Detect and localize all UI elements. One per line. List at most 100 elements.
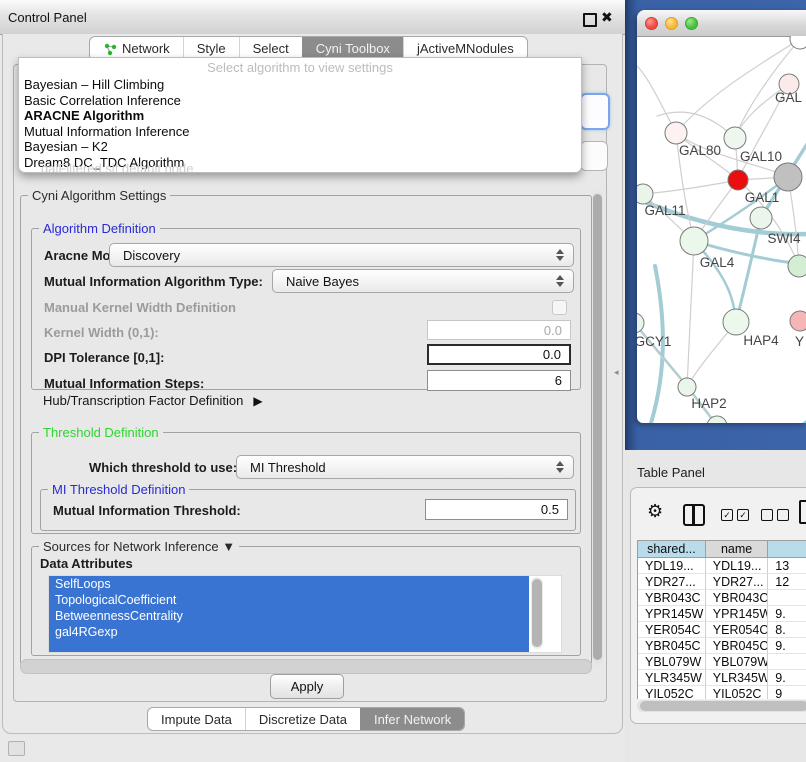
mi-threshold-definition-title: MI Threshold Definition (48, 482, 189, 497)
hub-transcription-factor-section[interactable]: Hub/Transcription Factor Definition▶ (43, 393, 263, 408)
checked-boxes-icon[interactable]: ✓✓ (721, 509, 749, 521)
network-node[interactable] (774, 163, 802, 191)
table-horizontal-scrollbar[interactable] (637, 700, 806, 712)
network-desktop: GALGAL80GAL10GAL1GAL11SWI4GAL4GCY1HAP4YH… (625, 0, 806, 450)
algorithm-option[interactable]: Basic Correlation Inference (19, 93, 581, 109)
network-node-y[interactable] (790, 311, 806, 331)
algorithm-option[interactable]: Mutual Information Inference (19, 124, 581, 140)
algorithm-dropdown-list: Select algorithm to view settings Bayesi… (18, 57, 582, 173)
document-icon[interactable] (799, 500, 806, 524)
network-edge[interactable] (643, 180, 738, 194)
split-columns-icon[interactable] (683, 504, 705, 526)
close-traffic-light[interactable] (645, 17, 658, 30)
expand-right-icon[interactable]: ▶ (253, 394, 262, 408)
list-item-partial[interactable] (49, 640, 529, 653)
network-edge[interactable] (736, 218, 761, 322)
table-row[interactable]: YPR145WYPR145W9. (638, 606, 806, 622)
attribute-item[interactable]: SelfLoops (49, 576, 529, 592)
scrollbar-thumb[interactable] (640, 701, 806, 711)
minimize-traffic-light[interactable] (665, 17, 678, 30)
tab-infer-network[interactable]: Infer Network (360, 708, 464, 730)
network-node-gal11[interactable] (637, 184, 653, 204)
network-node-gal10[interactable] (724, 127, 746, 149)
network-node-gal1[interactable] (728, 170, 748, 190)
network-node[interactable] (788, 255, 806, 277)
node-label: HAP2 (691, 396, 726, 411)
table-cell: 9. (768, 638, 806, 654)
network-node-gal4[interactable] (680, 227, 708, 255)
table-header-row: shared...name (638, 541, 806, 558)
network-node-gal80[interactable] (665, 122, 687, 144)
kernel-width-field[interactable]: 0.0 (427, 320, 571, 340)
network-view-window[interactable]: GALGAL80GAL10GAL1GAL11SWI4GAL4GCY1HAP4YH… (637, 10, 806, 423)
collapse-down-icon[interactable]: ▼ (222, 539, 235, 554)
tab-discretize-data[interactable]: Discretize Data (245, 708, 360, 730)
unchecked-boxes-icon[interactable] (761, 509, 789, 521)
node-label: GAL (775, 90, 803, 105)
attribute-item[interactable]: gal4RGexp (49, 624, 529, 640)
mi-algorithm-type-combobox[interactable]: Naive Bayes (272, 269, 574, 293)
table-cell: YDL19... (706, 558, 769, 574)
network-node-gcy1[interactable] (637, 313, 644, 333)
table-row[interactable]: YBR045CYBR045C9. (638, 638, 806, 654)
occluded-combobox-sliver (580, 141, 608, 171)
algorithm-definition-title: Algorithm Definition (39, 221, 160, 236)
aracne-mode-value: Discovery (123, 248, 180, 263)
attribute-item[interactable]: TopologicalCoefficient (49, 592, 529, 608)
network-node-hap4[interactable] (723, 309, 749, 335)
table-cell: YPR145W (638, 606, 706, 622)
gear-icon[interactable]: ⚙ (647, 501, 663, 522)
node-label: GAL11 (644, 203, 685, 218)
manual-kernel-width-label: Manual Kernel Width Definition (44, 300, 236, 315)
algorithm-definition-group: Algorithm Definition Aracne Mode: Discov… (31, 228, 581, 390)
node-label: GAL10 (740, 149, 782, 164)
apply-button[interactable]: Apply (270, 674, 344, 699)
table-panel-region: Table Panel ⚙ ✓✓ shared...nameYDL19...YD… (625, 450, 806, 762)
network-node[interactable] (790, 36, 806, 49)
table-row[interactable]: YDR27...YDR27...12 (638, 574, 806, 590)
network-edge[interactable] (687, 241, 694, 387)
attribute-item[interactable]: BetweennessCentrality (49, 608, 529, 624)
network-edge[interactable] (773, 421, 806, 423)
column-header[interactable] (768, 541, 806, 558)
node-label: GCY1 (637, 334, 671, 349)
algorithm-option[interactable]: Bayesian – K2 (19, 139, 581, 155)
aracne-mode-combobox[interactable]: Discovery (109, 243, 574, 267)
algorithm-option[interactable]: ARACNE Algorithm (19, 108, 581, 124)
table-row[interactable]: YDL19...YDL19...13 (638, 558, 806, 574)
network-edge[interactable] (637, 66, 676, 133)
network-node-hap2[interactable] (678, 378, 696, 396)
close-icon[interactable]: ✖ (601, 9, 613, 26)
table-row[interactable]: YIL052CYIL052C9 (638, 686, 806, 699)
network-node-swi4[interactable] (750, 207, 772, 229)
threshold-definition-group: Threshold Definition Which threshold to … (31, 432, 581, 534)
manual-kernel-width-checkbox[interactable] (552, 300, 567, 315)
scrollbar-thumb[interactable] (532, 579, 542, 647)
table-row[interactable]: YLR345WYLR345W9. (638, 670, 806, 686)
cyni-algorithm-settings-group: Cyni Algorithm Settings Algorithm Defini… (20, 195, 592, 665)
settings-horizontal-scrollbar[interactable] (20, 659, 592, 674)
column-header[interactable]: shared... (638, 541, 706, 558)
tab-impute-data[interactable]: Impute Data (148, 708, 245, 730)
network-canvas[interactable]: GALGAL80GAL10GAL1GAL11SWI4GAL4GCY1HAP4YH… (637, 36, 806, 423)
dpi-tolerance-field[interactable]: 0.0 (427, 344, 571, 365)
collapsed-panel-icon[interactable] (8, 741, 25, 756)
column-header[interactable]: name (706, 541, 769, 558)
mi-threshold-field[interactable]: 0.5 (425, 499, 568, 520)
panel-splitter-arrow[interactable]: ◂ (614, 367, 619, 378)
scrollbar-thumb[interactable] (593, 194, 602, 660)
algorithm-option[interactable]: Bayesian – Hill Climbing (19, 77, 581, 93)
float-window-icon[interactable] (583, 13, 597, 27)
mi-steps-field[interactable]: 6 (427, 370, 571, 391)
list-vertical-scrollbar[interactable] (531, 577, 543, 649)
control-panel-titlebar: Control Panel (0, 0, 625, 35)
data-attributes-list[interactable]: SelfLoopsTopologicalCoefficientBetweenne… (48, 575, 562, 653)
settings-vertical-scrollbar[interactable] (592, 191, 603, 665)
node-label: GAL4 (700, 255, 735, 270)
table-row[interactable]: YBL079WYBL079W (638, 654, 806, 670)
table-row[interactable]: YER054CYER054C8. (638, 622, 806, 638)
node-attribute-table: shared...nameYDL19...YDL19...13YDR27...Y… (637, 540, 806, 699)
which-threshold-combobox[interactable]: MI Threshold (236, 455, 574, 479)
zoom-traffic-light[interactable] (685, 17, 698, 30)
table-row[interactable]: YBR043CYBR043C (638, 590, 806, 606)
